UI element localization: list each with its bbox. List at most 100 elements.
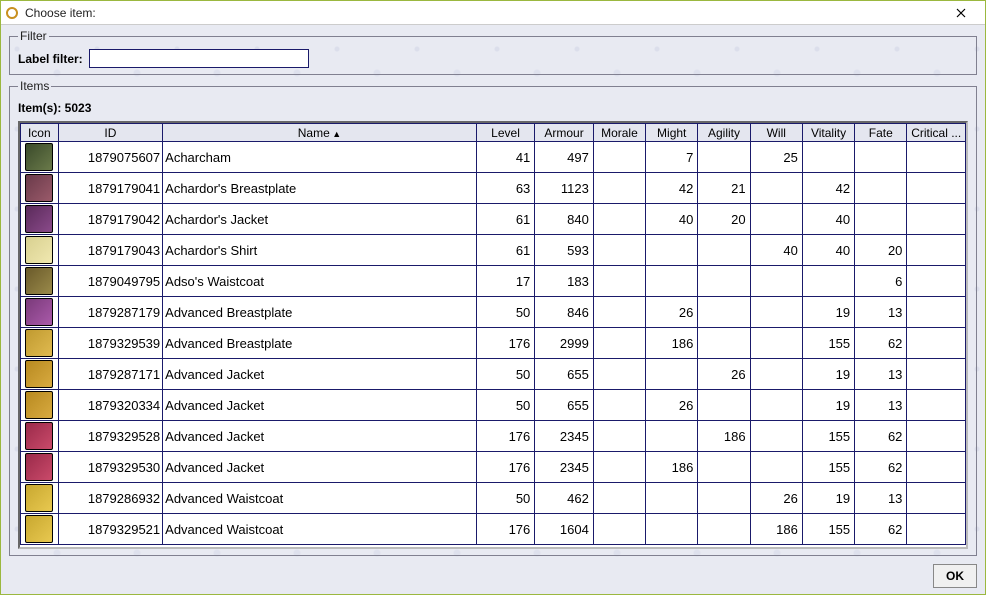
- cell-armour: 840: [535, 204, 594, 235]
- cell-armour: 1604: [535, 514, 594, 545]
- cell-might: 7: [646, 142, 698, 173]
- table-row[interactable]: 1879075607Acharcham41497725: [21, 142, 966, 173]
- cell-critical: [907, 514, 966, 545]
- table-row[interactable]: 1879329539Advanced Breastplate1762999186…: [21, 328, 966, 359]
- cell-might: [646, 483, 698, 514]
- cell-morale: [593, 297, 645, 328]
- table-row[interactable]: 1879049795Adso's Waistcoat171836: [21, 266, 966, 297]
- table-row[interactable]: 1879287179Advanced Breastplate5084626191…: [21, 297, 966, 328]
- cell-will: 186: [750, 514, 802, 545]
- cell-will: [750, 390, 802, 421]
- cell-level: 50: [476, 359, 535, 390]
- table-row[interactable]: 1879329530Advanced Jacket176234518615562: [21, 452, 966, 483]
- cell-critical: [907, 483, 966, 514]
- close-icon: [956, 8, 966, 18]
- cell-will: [750, 173, 802, 204]
- table-row[interactable]: 1879179042Achardor's Jacket61840402040: [21, 204, 966, 235]
- cell-name: Advanced Jacket: [163, 390, 477, 421]
- table-row[interactable]: 1879287171Advanced Jacket50655261913: [21, 359, 966, 390]
- grid-scroll[interactable]: IconIDName ▲LevelArmourMoraleMightAgilit…: [20, 123, 966, 547]
- items-legend: Items: [18, 79, 51, 93]
- cell-armour: 655: [535, 390, 594, 421]
- cell-icon: [21, 514, 59, 545]
- cell-vitality: 155: [802, 328, 854, 359]
- col-agility[interactable]: Agility: [698, 124, 750, 142]
- cell-icon: [21, 297, 59, 328]
- cell-id: 1879287179: [58, 297, 163, 328]
- cell-id: 1879329530: [58, 452, 163, 483]
- cell-agility: 20: [698, 204, 750, 235]
- cell-level: 50: [476, 483, 535, 514]
- cell-morale: [593, 514, 645, 545]
- cell-morale: [593, 173, 645, 204]
- cell-level: 17: [476, 266, 535, 297]
- cell-agility: [698, 390, 750, 421]
- col-morale[interactable]: Morale: [593, 124, 645, 142]
- titlebar: Choose item:: [1, 1, 985, 25]
- col-vitality[interactable]: Vitality: [802, 124, 854, 142]
- cell-level: 176: [476, 421, 535, 452]
- cell-icon: [21, 235, 59, 266]
- cell-fate: 20: [855, 235, 907, 266]
- col-name[interactable]: Name ▲: [163, 124, 477, 142]
- cell-name: Achardor's Breastplate: [163, 173, 477, 204]
- cell-vitality: 155: [802, 421, 854, 452]
- cell-will: [750, 204, 802, 235]
- table-row[interactable]: 1879179041Achardor's Breastplate63112342…: [21, 173, 966, 204]
- cell-armour: 1123: [535, 173, 594, 204]
- cell-fate: 62: [855, 328, 907, 359]
- cell-morale: [593, 359, 645, 390]
- cell-fate: 13: [855, 390, 907, 421]
- close-button[interactable]: [941, 3, 981, 23]
- cell-vitality: 155: [802, 452, 854, 483]
- cell-might: [646, 421, 698, 452]
- cell-icon: [21, 204, 59, 235]
- cell-critical: [907, 142, 966, 173]
- footer: OK: [9, 560, 977, 588]
- col-armour[interactable]: Armour: [535, 124, 594, 142]
- table-row[interactable]: 1879286932Advanced Waistcoat50462261913: [21, 483, 966, 514]
- table-row[interactable]: 1879329528Advanced Jacket176234518615562: [21, 421, 966, 452]
- cell-might: [646, 266, 698, 297]
- items-table: IconIDName ▲LevelArmourMoraleMightAgilit…: [20, 123, 966, 545]
- ok-button[interactable]: OK: [933, 564, 977, 588]
- cell-fate: 13: [855, 297, 907, 328]
- cell-icon: [21, 142, 59, 173]
- cell-agility: [698, 235, 750, 266]
- cell-agility: 186: [698, 421, 750, 452]
- item-icon: [25, 143, 53, 171]
- table-row[interactable]: 1879320334Advanced Jacket50655261913: [21, 390, 966, 421]
- cell-critical: [907, 266, 966, 297]
- table-row[interactable]: 1879179043Achardor's Shirt61593404020: [21, 235, 966, 266]
- col-will[interactable]: Will: [750, 124, 802, 142]
- cell-armour: 2999: [535, 328, 594, 359]
- col-might[interactable]: Might: [646, 124, 698, 142]
- cell-level: 61: [476, 235, 535, 266]
- col-fate[interactable]: Fate: [855, 124, 907, 142]
- cell-id: 1879179041: [58, 173, 163, 204]
- table-row[interactable]: 1879329521Advanced Waistcoat176160418615…: [21, 514, 966, 545]
- cell-name: Adso's Waistcoat: [163, 266, 477, 297]
- cell-morale: [593, 204, 645, 235]
- col-critical[interactable]: Critical ...: [907, 124, 966, 142]
- cell-icon: [21, 173, 59, 204]
- col-icon[interactable]: Icon: [21, 124, 59, 142]
- cell-name: Acharcham: [163, 142, 477, 173]
- cell-critical: [907, 390, 966, 421]
- cell-might: 186: [646, 328, 698, 359]
- col-level[interactable]: Level: [476, 124, 535, 142]
- cell-id: 1879075607: [58, 142, 163, 173]
- cell-critical: [907, 452, 966, 483]
- cell-armour: 2345: [535, 452, 594, 483]
- cell-might: [646, 514, 698, 545]
- label-filter-input[interactable]: [89, 49, 309, 68]
- cell-id: 1879329539: [58, 328, 163, 359]
- cell-morale: [593, 328, 645, 359]
- cell-id: 1879179043: [58, 235, 163, 266]
- cell-vitality: 19: [802, 483, 854, 514]
- cell-critical: [907, 173, 966, 204]
- cell-critical: [907, 235, 966, 266]
- cell-morale: [593, 266, 645, 297]
- col-id[interactable]: ID: [58, 124, 163, 142]
- cell-id: 1879320334: [58, 390, 163, 421]
